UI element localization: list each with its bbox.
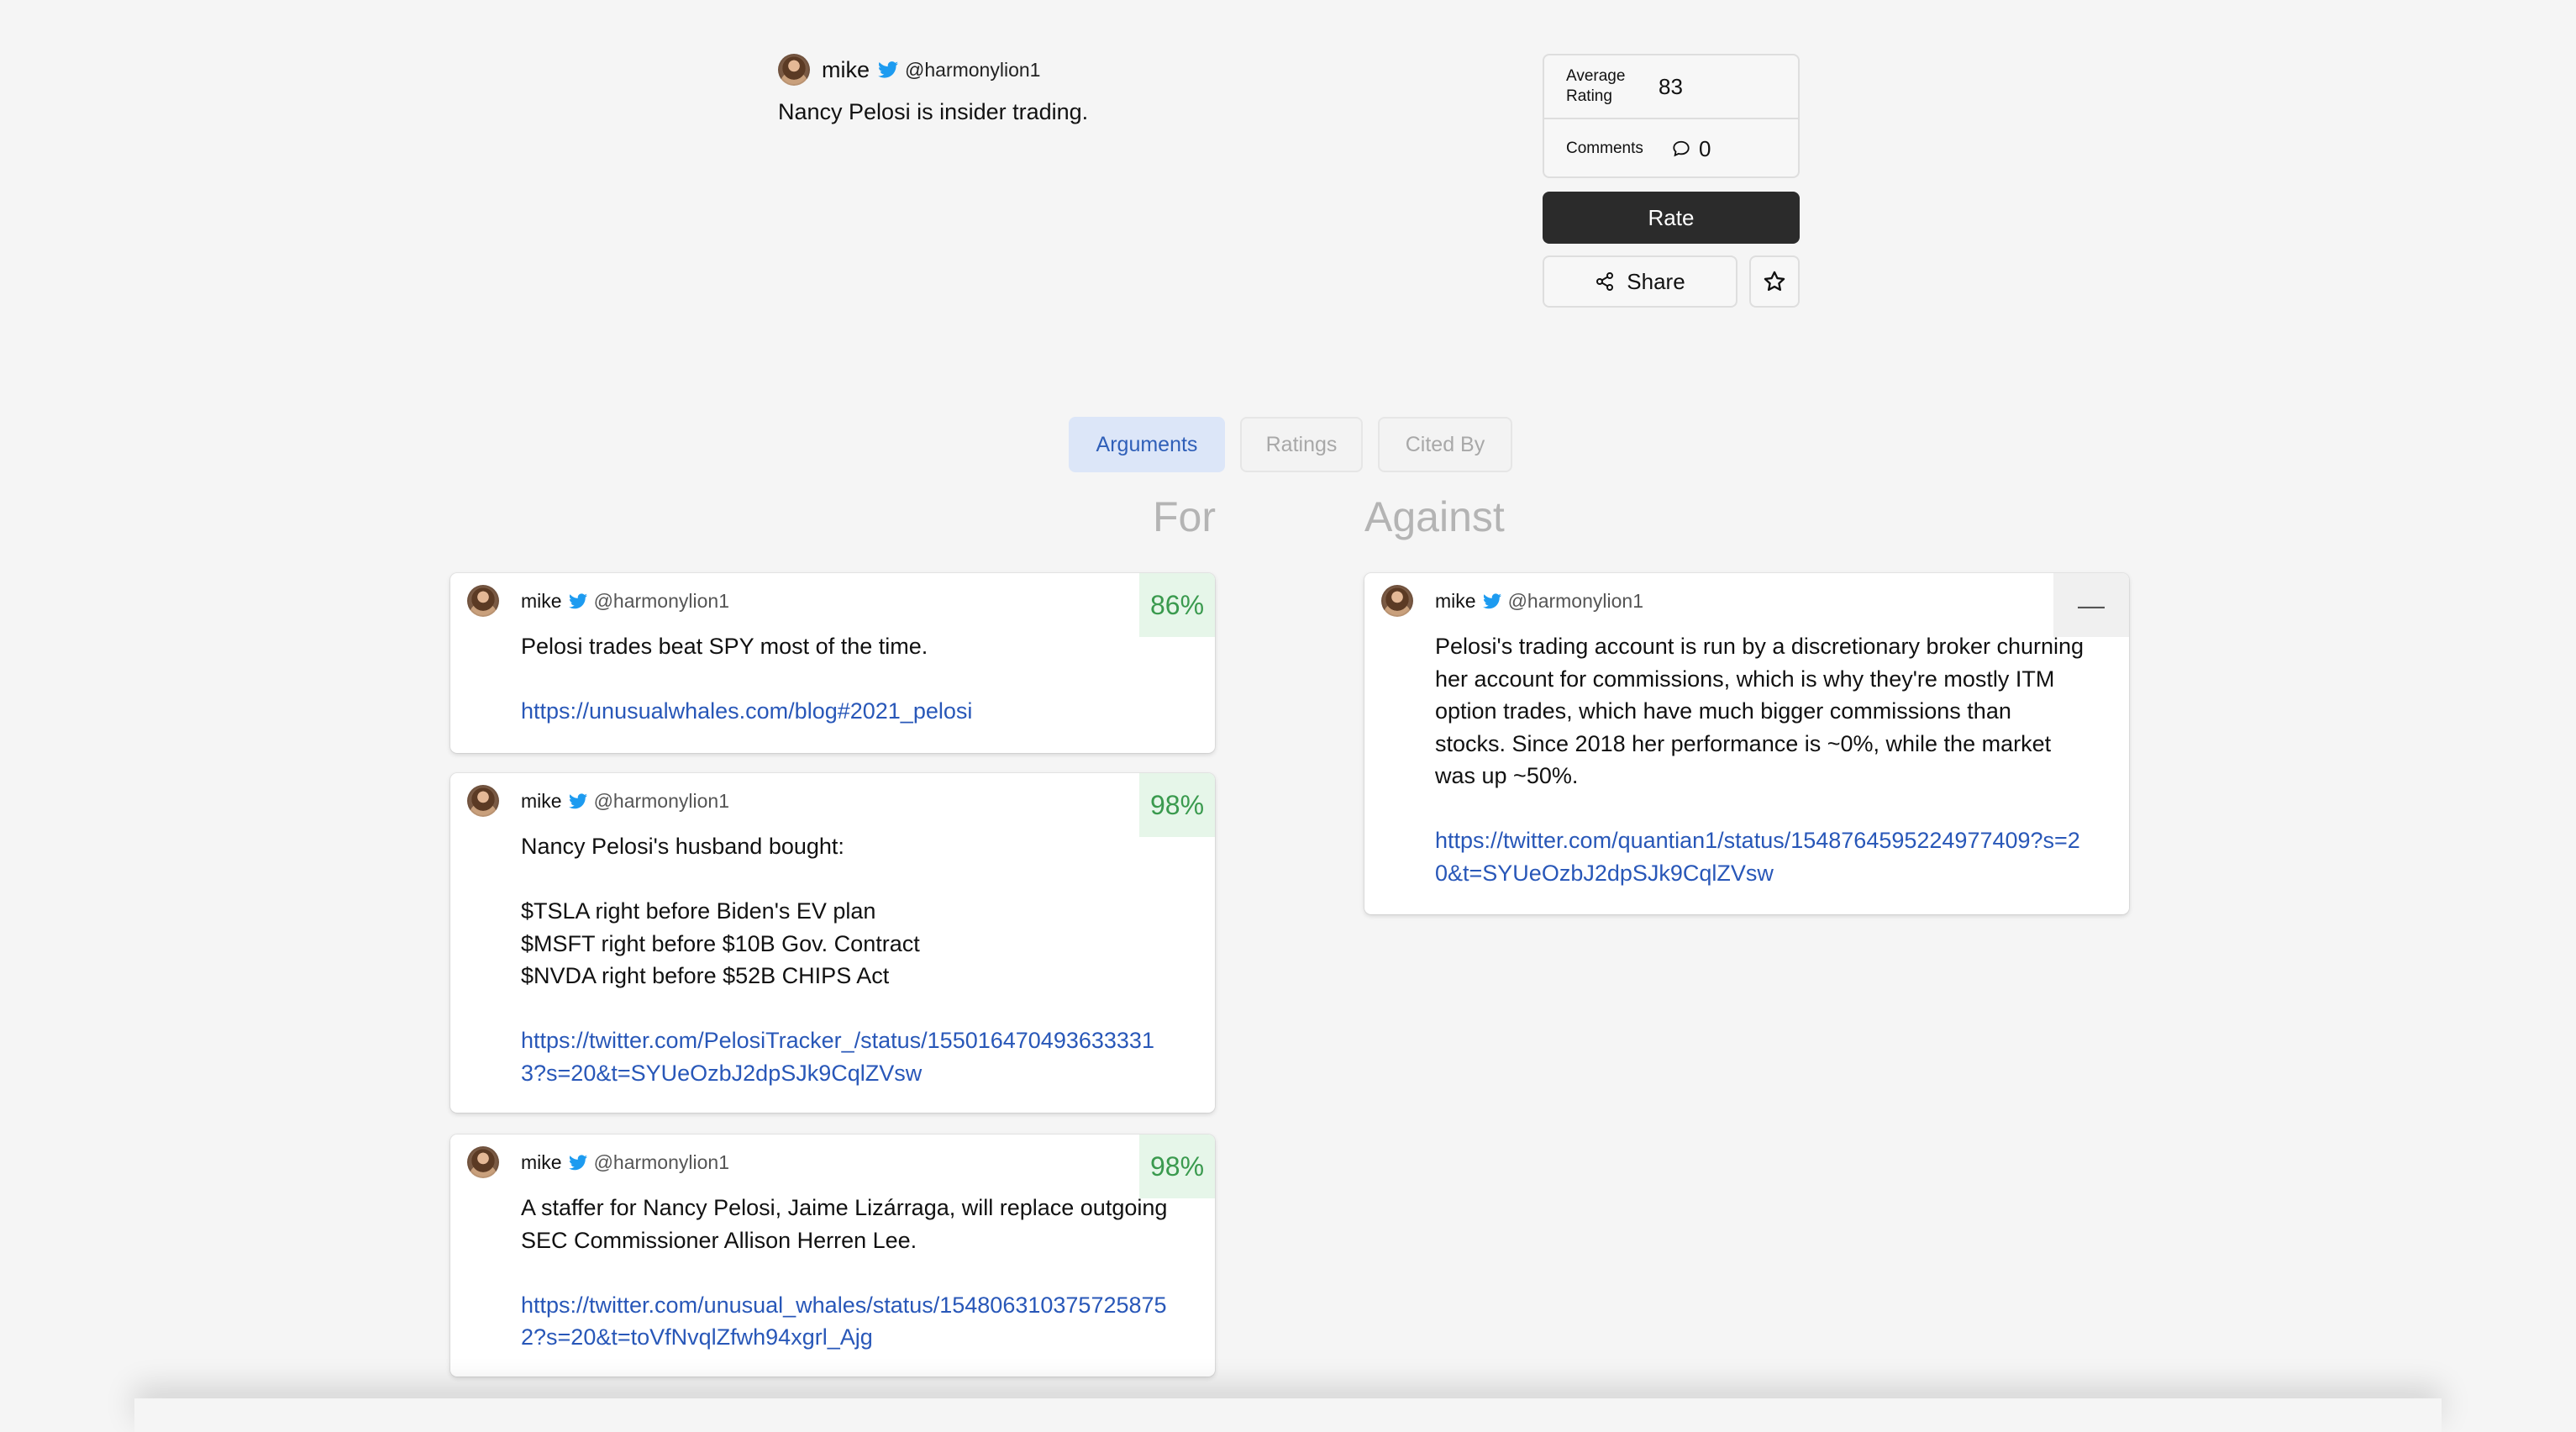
rate-button[interactable]: Rate (1543, 192, 1800, 244)
argument-score-badge: 86% (1139, 573, 1215, 637)
author-name[interactable]: mike (521, 1151, 562, 1174)
claim-text: Nancy Pelosi is insider trading. (778, 99, 1089, 124)
claim-header: mike @harmonylion1 Nancy Pelosi is insid… (778, 54, 1366, 129)
argument-score-badge: 98% (1139, 1135, 1215, 1198)
for-column-heading: For (1153, 493, 1216, 540)
author-name[interactable]: mike (822, 57, 870, 83)
star-icon (1764, 271, 1785, 292)
comments-row[interactable]: Comments 0 (1544, 119, 1798, 178)
author-avatar[interactable] (1381, 585, 1413, 617)
twitter-bird-icon (568, 1154, 587, 1170)
argument-body: Pelosi's trading account is run by a dis… (1435, 630, 2087, 889)
author-avatar[interactable] (467, 585, 499, 617)
author-avatar[interactable] (778, 54, 810, 86)
average-rating-value: 83 (1659, 73, 1683, 99)
argument-text: A staffer for Nancy Pelosi, Jaime Lizárr… (521, 1195, 1174, 1253)
argument-body: Nancy Pelosi's husband bought: $TSLA rig… (521, 830, 1173, 1089)
author-avatar[interactable] (467, 785, 499, 817)
card-author: mike @harmonylion1 (467, 1146, 729, 1178)
for-argument-card[interactable]: mike @harmonylion1 86% Pelosi trades bea… (450, 573, 1215, 753)
tab-arguments[interactable]: Arguments (1069, 417, 1225, 472)
for-argument-card[interactable]: mike @harmonylion1 98% Nancy Pelosi's hu… (450, 773, 1215, 1113)
author-handle[interactable]: @harmonylion1 (1508, 590, 1643, 613)
author-name[interactable]: mike (1435, 590, 1476, 613)
argument-link[interactable]: https://twitter.com/quantian1/status/154… (1435, 824, 2087, 889)
share-icon (1596, 272, 1614, 291)
author-handle[interactable]: @harmonylion1 (594, 590, 729, 613)
comments-value: 0 (1699, 135, 1711, 161)
for-argument-card[interactable]: mike @harmonylion1 98% A staffer for Nan… (450, 1135, 1215, 1377)
argument-score-badge: — (2053, 573, 2129, 637)
argument-text: Pelosi trades beat SPY most of the time. (521, 634, 928, 659)
tab-ratings[interactable]: Ratings (1240, 417, 1363, 472)
tab-cited-by[interactable]: Cited By (1378, 417, 1512, 472)
twitter-bird-icon (878, 61, 899, 78)
stats-panel: Average Rating 83 Comments 0 (1543, 54, 1800, 178)
twitter-bird-icon (1482, 592, 1501, 608)
author-name[interactable]: mike (521, 590, 562, 613)
author-avatar[interactable] (467, 1146, 499, 1178)
comments-label: Comments (1566, 140, 1643, 157)
author-handle[interactable]: @harmonylion1 (594, 790, 729, 813)
argument-link[interactable]: https://unusualwhales.com/blog#2021_pelo… (521, 695, 1173, 728)
card-author: mike @harmonylion1 (467, 585, 729, 617)
against-column-heading: Against (1364, 493, 1505, 540)
comment-icon (1673, 140, 1690, 157)
favorite-button[interactable] (1749, 255, 1800, 308)
argument-text: Nancy Pelosi's husband bought: $TSLA rig… (521, 834, 920, 988)
twitter-bird-icon (568, 792, 587, 808)
against-argument-card[interactable]: mike @harmonylion1 — Pelosi's trading ac… (1364, 573, 2129, 914)
card-author: mike @harmonylion1 (1381, 585, 1643, 617)
author-handle[interactable]: @harmonylion1 (594, 1151, 729, 1174)
argument-body: Pelosi trades beat SPY most of the time.… (521, 630, 1173, 728)
author-name[interactable]: mike (521, 790, 562, 813)
argument-text: Pelosi's trading account is run by a dis… (1435, 634, 2090, 788)
average-rating-row: Average Rating 83 (1544, 55, 1798, 119)
argument-body: A staffer for Nancy Pelosi, Jaime Lizárr… (521, 1192, 1173, 1354)
argument-link[interactable]: https://twitter.com/unusual_whales/statu… (521, 1289, 1173, 1354)
share-label: Share (1627, 268, 1685, 294)
argument-score-badge: 98% (1139, 773, 1215, 837)
bottom-panel-shadow (134, 1398, 2442, 1432)
argument-link[interactable]: https://twitter.com/PelosiTracker_/statu… (521, 1024, 1173, 1089)
author-handle[interactable]: @harmonylion1 (905, 59, 1040, 82)
comments-value-wrap[interactable]: 0 (1672, 136, 1711, 162)
average-rating-label: Average Rating (1566, 67, 1626, 105)
card-author: mike @harmonylion1 (467, 785, 729, 817)
twitter-bird-icon (568, 592, 587, 608)
share-button[interactable]: Share (1543, 255, 1737, 308)
